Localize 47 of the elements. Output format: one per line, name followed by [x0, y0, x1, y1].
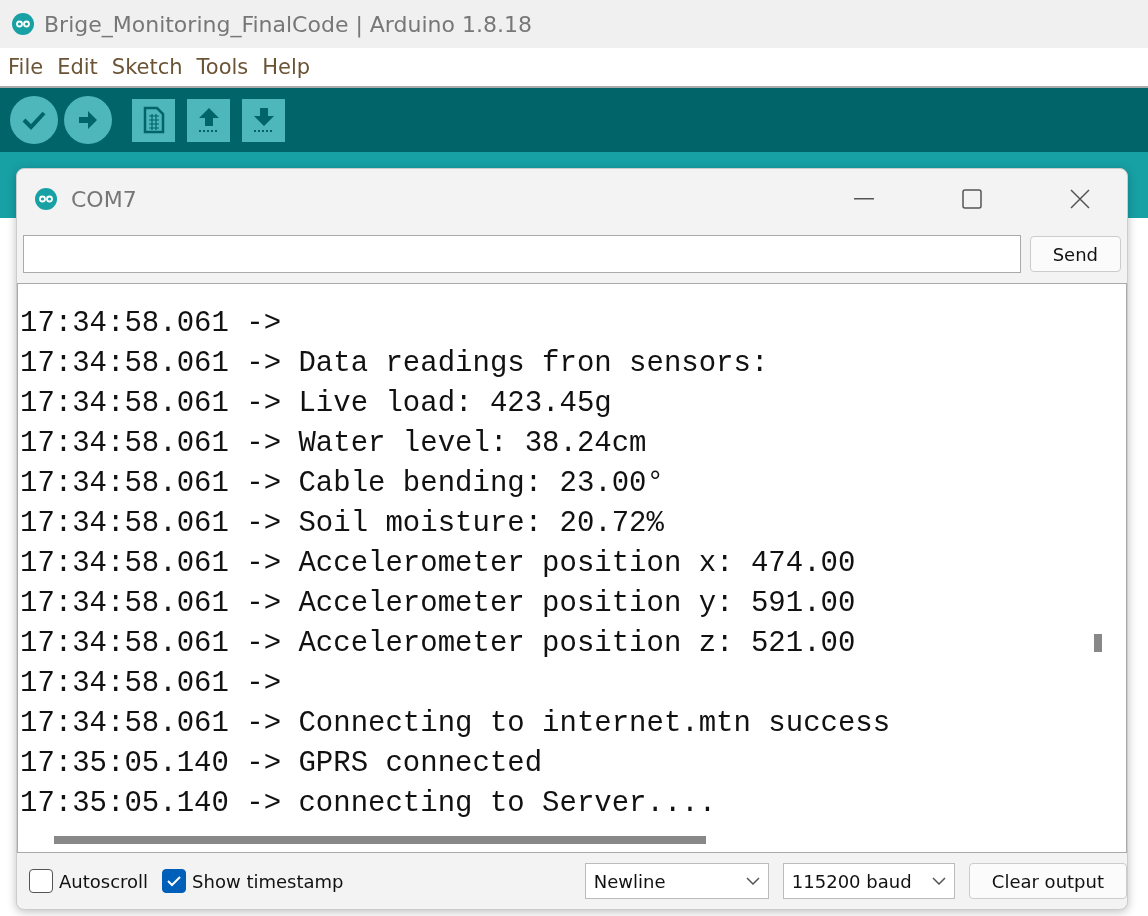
app-logo-icon — [12, 13, 34, 35]
maximize-icon — [962, 189, 982, 209]
menu-item[interactable]: Tools — [196, 55, 249, 79]
document-icon — [142, 106, 165, 134]
checkbox-box[interactable] — [29, 869, 53, 893]
scrollbar-thumb[interactable] — [1094, 634, 1102, 652]
line-ending-dropdown[interactable]: Newline — [584, 863, 769, 899]
clear-output-button[interactable]: Clear output — [968, 863, 1127, 899]
output-line: 17:34:58.061 -> Accelerometer position z: 521.00 — [20, 626, 856, 662]
verify-button[interactable] — [10, 96, 58, 144]
output-line: 17:34:58.061 -> Connecting to internet.mtn success — [20, 706, 891, 742]
output-line: 17:34:58.061 -> — [20, 666, 282, 702]
monitor-title: COM7 — [71, 186, 138, 212]
output-line: 17:34:58.061 -> — [20, 306, 282, 342]
arrow-right-icon — [77, 109, 99, 131]
output-line: 17:35:05.140 -> GPRS connected — [20, 746, 543, 782]
output-line: 17:34:58.061 -> Accelerometer position y: 591.00 — [20, 586, 856, 622]
output-line: 17:34:58.061 -> Cable bending: 23.00° — [20, 466, 664, 502]
window-title: Brige_Monitoring_FinalCode | Arduino 1.8.18 — [44, 11, 532, 37]
minimize-icon — [854, 198, 874, 200]
output-line: 17:34:58.061 -> Live load: 423.45g — [20, 386, 612, 422]
baud-rate-dropdown[interactable]: 115200 baud — [782, 863, 955, 899]
open-button[interactable] — [187, 98, 230, 142]
output-line: 17:35:05.140 -> connecting to Server.... — [20, 786, 717, 822]
menu-item[interactable]: File — [8, 55, 44, 79]
monitor-logo-icon — [35, 188, 57, 210]
checkbox[interactable]: Show timestamp — [162, 869, 344, 893]
send-button[interactable]: Send — [1029, 236, 1121, 272]
output-line: 17:34:58.061 -> Data readings fron sensors: — [20, 346, 769, 382]
chevron-down-icon — [931, 877, 946, 885]
menu-item[interactable]: Edit — [57, 55, 98, 79]
scrollbar-thumb[interactable] — [54, 836, 706, 844]
menu-item[interactable]: Help — [262, 55, 311, 79]
checkmark-icon — [167, 875, 182, 887]
input-field[interactable] — [23, 235, 1021, 273]
checkbox[interactable]: Autoscroll — [29, 869, 149, 893]
menu-item[interactable]: Sketch — [111, 55, 183, 79]
output-line: 17:34:58.061 -> Soil moisture: 20.72% — [20, 506, 664, 542]
new-button[interactable] — [132, 98, 175, 142]
save-button[interactable] — [242, 98, 285, 142]
chevron-down-icon — [745, 877, 760, 885]
close-icon — [1070, 189, 1090, 209]
upload-button[interactable] — [64, 96, 112, 144]
checkbox-box[interactable] — [162, 869, 187, 893]
checkmark-icon — [21, 109, 47, 131]
output-line: 17:34:58.061 -> Accelerometer position x: 474.00 — [20, 546, 856, 582]
output-line: 17:34:58.061 -> Water level: 38.24cm — [20, 426, 647, 462]
